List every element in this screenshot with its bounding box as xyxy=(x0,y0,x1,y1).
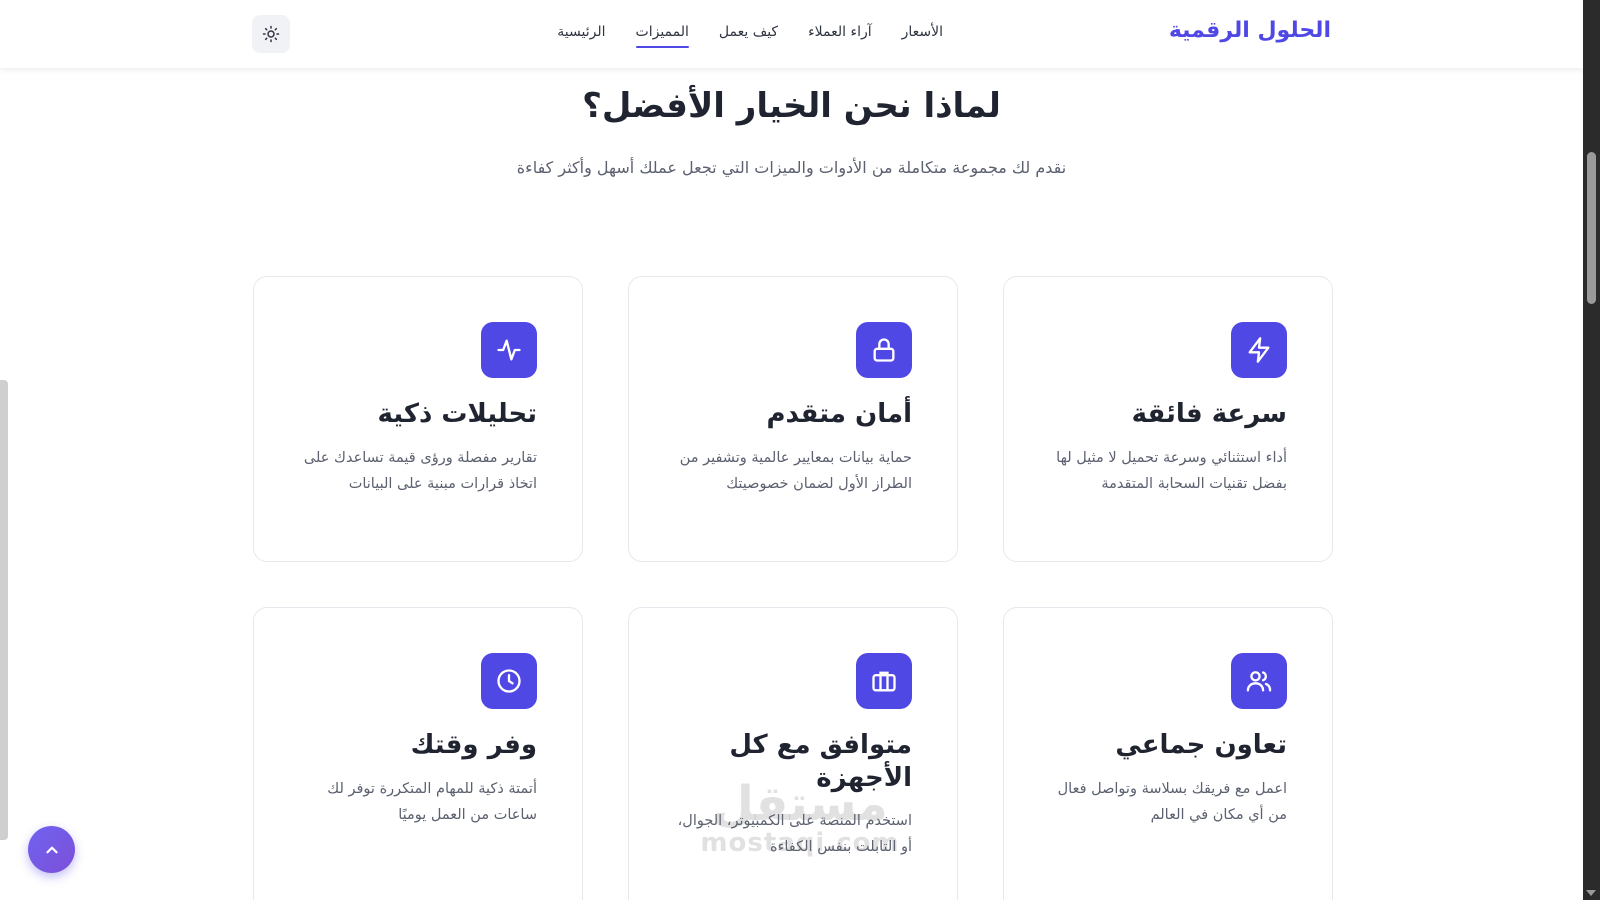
chevron-up-icon xyxy=(45,846,58,853)
scrollbar-thumb[interactable] xyxy=(1587,152,1596,304)
card-description: اعمل مع فريقك بسلاسة وتواصل فعال من أي م… xyxy=(1057,780,1287,823)
scroll-down-arrow-icon[interactable] xyxy=(1586,890,1596,896)
clock-icon xyxy=(497,669,521,693)
users-icon xyxy=(1246,671,1272,692)
card-description: أتمتة ذكية للمهام المتكررة توفر لك ساعات… xyxy=(327,780,537,823)
section-subtitle: نقدم لك مجموعة متكاملة من الأدوات والميز… xyxy=(516,158,1067,177)
card-title: وفر وقتك xyxy=(410,730,537,760)
card-description: تقارير مفصلة ورؤى قيمة تساعدك على اتخاذ … xyxy=(303,449,537,492)
feature-card-security: أمان متقدم حماية بيانات بمعايير عالمية و… xyxy=(628,276,958,562)
card-icon-box xyxy=(1231,653,1287,709)
nav-how-it-works[interactable]: كيف يعمل xyxy=(719,24,778,46)
brand-logo[interactable]: الحلول الرقمية xyxy=(1169,18,1331,43)
feature-card-speed: سرعة فائقة أداء استثنائي وسرعة تحميل لا … xyxy=(1003,276,1333,562)
card-icon-box xyxy=(856,322,912,378)
activity-icon xyxy=(497,339,521,361)
lock-icon xyxy=(873,338,895,362)
card-title: تحليلات ذكية xyxy=(377,399,538,429)
lightning-icon xyxy=(1248,337,1270,363)
nav-pricing[interactable]: الأسعار xyxy=(902,24,943,46)
feature-card-save-time: وفر وقتك أتمتة ذكية للمهام المتكررة توفر… xyxy=(253,607,583,900)
card-icon-box xyxy=(856,653,912,709)
card-description: حماية بيانات بمعايير عالمية وتشفير من ال… xyxy=(679,449,912,492)
nav-testimonials[interactable]: آراء العملاء xyxy=(808,24,872,46)
section-title: لماذا نحن الخيار الأفضل؟ xyxy=(582,86,1001,126)
card-description: أداء استثنائي وسرعة تحميل لا مثيل لها بف… xyxy=(1056,449,1287,492)
site-header: الحلول الرقمية الرئيسية المميزات كيف يعم… xyxy=(0,0,1583,68)
left-edge-panel xyxy=(0,380,8,840)
theme-toggle-button[interactable] xyxy=(252,15,290,53)
feature-card-collaboration: تعاون جماعي اعمل مع فريقك بسلاسة وتواصل … xyxy=(1003,607,1333,900)
card-icon-box xyxy=(481,653,537,709)
card-icon-box xyxy=(1231,322,1287,378)
page: الحلول الرقمية الرئيسية المميزات كيف يعم… xyxy=(0,0,1583,900)
page-scrollbar[interactable] xyxy=(1583,0,1600,900)
back-to-top-button[interactable] xyxy=(28,826,75,873)
briefcase-icon xyxy=(872,671,896,692)
nav-home[interactable]: الرئيسية xyxy=(557,24,605,46)
feature-card-analytics: تحليلات ذكية تقارير مفصلة ورؤى قيمة تساع… xyxy=(253,276,583,562)
card-title: تعاون جماعي xyxy=(1115,730,1287,760)
card-title: سرعة فائقة xyxy=(1131,399,1287,429)
nav-features[interactable]: المميزات xyxy=(635,24,690,48)
main-nav: الرئيسية المميزات كيف يعمل آراء العملاء … xyxy=(557,24,943,48)
sun-icon xyxy=(262,25,280,43)
card-icon-box xyxy=(481,322,537,378)
card-description: استخدم المنصة على الكمبيوتر، الجوال، أو … xyxy=(677,813,912,856)
feature-card-compatibility: متوافق مع كل الأجهزة استخدم المنصة على ا… xyxy=(628,607,958,900)
card-title: أمان متقدم xyxy=(766,399,912,429)
card-title: متوافق مع كل الأجهزة xyxy=(729,730,912,793)
